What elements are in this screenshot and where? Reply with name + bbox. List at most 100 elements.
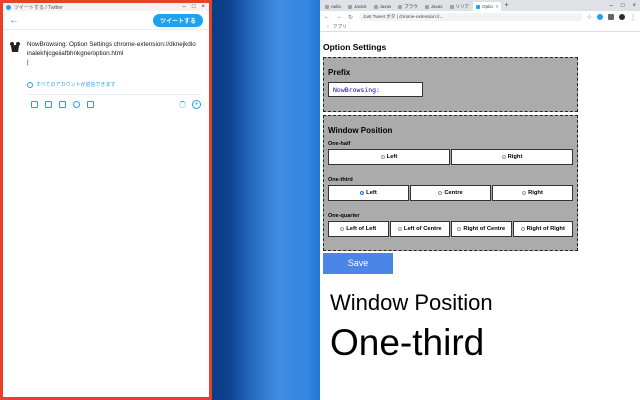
tweet-button[interactable]: ツイートする [152, 13, 203, 27]
radio-quarter-left-of-centre[interactable]: Left of Centre [389, 221, 450, 237]
menu-icon[interactable]: ⋮ [630, 14, 636, 21]
maximize-icon[interactable]: □ [192, 4, 196, 10]
bookmark-apps[interactable]: アプリ [333, 24, 347, 30]
extension-icon[interactable] [597, 14, 603, 20]
twitter-window: ツイートする / Twitter – □ × ← ツイートする NowBrows… [0, 0, 212, 400]
browser-tab-active[interactable]: Optio × [473, 2, 502, 11]
compose-toolbar: + [31, 100, 201, 109]
tab-strip: radio JavaS Javas ブラウ Javas リリア Optio × +… [320, 0, 640, 11]
browser-tab[interactable]: Javas [422, 2, 446, 11]
save-button[interactable]: Save [323, 253, 393, 274]
browser-tab[interactable]: JavaS [345, 2, 370, 11]
radio-icon [438, 191, 443, 195]
options-page: Option Settings Prefix NowBrowsing: Wind… [323, 42, 579, 251]
tab-favicon-icon [424, 4, 429, 9]
radio-label: Right [507, 154, 523, 160]
gif-icon[interactable] [45, 101, 52, 108]
browser-tab[interactable]: リリア [447, 2, 473, 11]
radio-label: Left of Centre [403, 226, 442, 232]
apps-icon[interactable]: ⁙ [326, 24, 330, 30]
forward-icon[interactable]: → [336, 14, 342, 20]
profile-icon[interactable] [619, 14, 625, 20]
radio-icon [340, 227, 345, 231]
radio-label: Left [386, 154, 398, 160]
browser-toolbar: ← → ↻ Just Tweet ボタ | chrome-extension:/… [320, 11, 640, 23]
twitter-icon [6, 4, 11, 10]
puzzle-icon[interactable] [608, 14, 614, 20]
address-text: Just Tweet ボタ | chrome-extension://... [363, 14, 444, 19]
close-icon[interactable]: × [632, 3, 636, 9]
radio-label: Left of Left [346, 226, 377, 232]
close-icon[interactable]: × [201, 4, 205, 10]
prefix-title: Prefix [328, 68, 351, 77]
desktop-light-beam [230, 0, 320, 400]
text-cursor: | [27, 59, 29, 66]
schedule-icon[interactable] [87, 101, 94, 108]
globe-icon [27, 81, 33, 88]
tab-favicon-icon [373, 4, 378, 9]
radio-third-centre[interactable]: Centre [410, 185, 491, 201]
radio-icon [520, 227, 525, 231]
prefix-panel: Prefix NowBrowsing: [323, 57, 578, 112]
add-tweet-icon[interactable]: + [192, 100, 201, 109]
minimize-icon[interactable]: – [610, 3, 613, 9]
caption-one-third: One-third [330, 322, 485, 363]
page-title: Option Settings [323, 42, 387, 52]
reply-setting-label: すべてのアカウントが返信できます [36, 82, 116, 88]
back-icon[interactable]: ← [324, 14, 330, 20]
compose-header: ← ツイートする [3, 11, 209, 30]
tab-favicon-icon [476, 4, 481, 9]
browser-tab[interactable]: radio [322, 2, 344, 11]
tab-label: Optio [482, 4, 493, 9]
radio-quarter-right-of-right[interactable]: Right of Right [512, 221, 573, 237]
tab-close-icon[interactable]: × [496, 4, 499, 9]
radio-half-left[interactable]: Left [328, 149, 450, 165]
avatar[interactable] [9, 41, 21, 53]
tab-label: radio [331, 4, 342, 9]
character-count-ring [179, 101, 186, 108]
radio-quarter-right-of-centre[interactable]: Right of Centre [451, 221, 512, 237]
radio-half-right[interactable]: Right [451, 149, 573, 165]
emoji-icon[interactable] [73, 101, 80, 108]
minimize-icon[interactable]: – [183, 4, 186, 10]
window-position-title: Window Position [328, 126, 393, 135]
tweet-text-input[interactable]: NowBrowsing: Option Settings chrome-exte… [27, 40, 197, 67]
reload-icon[interactable]: ↻ [348, 14, 353, 21]
image-icon[interactable] [31, 101, 38, 108]
maximize-icon[interactable]: □ [621, 3, 625, 9]
radio-third-right[interactable]: Right [492, 185, 573, 201]
browser-tab[interactable]: Javas [371, 2, 395, 11]
radio-icon [397, 227, 402, 231]
one-quarter-label: One-quarter [328, 213, 360, 219]
radio-third-left[interactable]: Left [328, 185, 409, 201]
tab-favicon-icon [449, 4, 454, 9]
tab-favicon-icon [325, 4, 329, 9]
new-tab-icon[interactable]: + [504, 2, 508, 9]
back-arrow-icon[interactable]: ← [9, 15, 19, 26]
tab-favicon-icon [398, 4, 403, 9]
caption-window-position: Window Position [330, 290, 493, 315]
radio-label: Right of Centre [463, 226, 506, 232]
tab-favicon-icon [348, 4, 353, 9]
tweet-text: NowBrowsing: Option Settings chrome-exte… [27, 41, 196, 57]
reply-setting[interactable]: すべてのアカウントが返信できます [27, 81, 209, 88]
radio-label: Right [528, 190, 543, 196]
radio-icon [457, 227, 462, 231]
radio-quarter-left-of-left[interactable]: Left of Left [328, 221, 389, 237]
radio-label: Right of Right [526, 226, 565, 232]
prefix-input[interactable]: NowBrowsing: [328, 82, 423, 97]
tab-label: ブラウ [404, 3, 418, 9]
poll-icon[interactable] [59, 101, 66, 108]
tab-label: Javas [379, 4, 392, 9]
one-half-radio-group: Left Right [328, 149, 573, 165]
bookmark-star-icon[interactable]: ☆ [587, 14, 592, 21]
address-bar[interactable]: Just Tweet ボタ | chrome-extension://... [359, 13, 583, 21]
compose-area: NowBrowsing: Option Settings chrome-exte… [3, 30, 209, 67]
twitter-titlebar: ツイートする / Twitter – □ × [3, 3, 209, 11]
one-half-label: One-half [328, 141, 351, 147]
tab-label: Javas [430, 4, 443, 9]
browser-tab[interactable]: ブラウ [395, 2, 421, 11]
one-third-label: One-third [328, 177, 353, 183]
one-quarter-radio-group: Left of Left Left of Centre Right of Cen… [328, 221, 573, 237]
radio-selected-icon [360, 191, 365, 195]
